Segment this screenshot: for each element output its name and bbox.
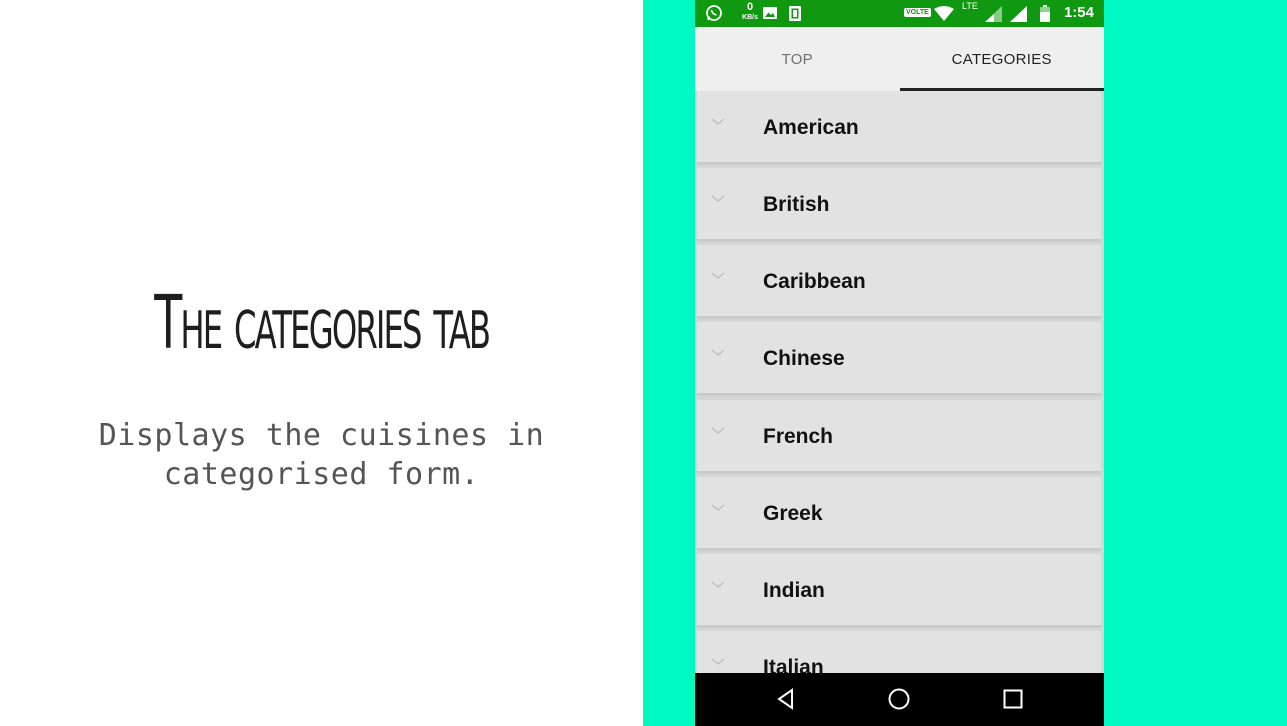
wifi-icon xyxy=(934,6,954,25)
clock: 1:54 xyxy=(1063,4,1094,21)
signal-icon-1 xyxy=(985,6,1002,26)
whatsapp-icon xyxy=(705,4,723,26)
category-label: British xyxy=(763,193,830,216)
lte-label: LTE xyxy=(962,1,978,11)
volte-badge: VOLTE xyxy=(904,8,931,17)
category-row-chinese[interactable]: Chinese xyxy=(697,322,1101,395)
category-label: Greek xyxy=(763,502,823,525)
chevron-down-icon xyxy=(711,427,725,434)
category-row-greek[interactable]: Greek xyxy=(697,477,1101,550)
navigation-bar xyxy=(695,673,1104,726)
category-row-indian[interactable]: Indian xyxy=(697,554,1101,627)
tab-categories[interactable]: CATEGORIES xyxy=(899,27,1105,91)
slide-subtitle-line2: categorised form. xyxy=(163,457,480,492)
home-icon[interactable] xyxy=(886,686,912,712)
category-label: Chinese xyxy=(763,347,845,370)
category-row-british[interactable]: British xyxy=(697,168,1101,241)
gallery-icon xyxy=(762,5,778,25)
category-row-american[interactable]: American xyxy=(697,91,1101,164)
chevron-down-icon xyxy=(711,349,725,356)
chevron-down-icon xyxy=(711,658,725,665)
recents-icon[interactable] xyxy=(1000,686,1026,712)
phone-screen: 0 KB/s VOLTE LTE 1:54 TOP CATEGORIES Ame… xyxy=(695,0,1104,726)
tab-top[interactable]: TOP xyxy=(695,27,900,91)
slide-title: The categories tab xyxy=(154,280,491,366)
slide-subtitle: Displays the cuisines in categorised for… xyxy=(40,416,603,494)
network-speed-unit: KB/s xyxy=(742,14,758,21)
signal-icon-2 xyxy=(1010,6,1027,26)
category-label: Indian xyxy=(763,579,825,602)
category-label: Caribbean xyxy=(763,270,866,293)
category-label: Italian xyxy=(763,656,824,673)
chevron-down-icon xyxy=(711,118,725,125)
tab-bar: TOP CATEGORIES xyxy=(695,27,1104,91)
network-speed-value: 0 xyxy=(746,1,754,13)
back-icon[interactable] xyxy=(773,686,799,712)
category-list[interactable]: American British Caribbean Chinese Frenc… xyxy=(695,91,1104,673)
slide-subtitle-line1: Displays the cuisines in xyxy=(98,418,545,453)
category-label: American xyxy=(763,116,859,139)
category-row-caribbean[interactable]: Caribbean xyxy=(697,245,1101,318)
category-row-french[interactable]: French xyxy=(697,400,1101,473)
chevron-down-icon xyxy=(711,272,725,279)
chevron-down-icon xyxy=(711,504,725,511)
chevron-down-icon xyxy=(711,195,725,202)
screenshot-icon xyxy=(788,5,802,26)
status-bar: 0 KB/s VOLTE LTE 1:54 xyxy=(695,0,1104,27)
category-row-italian[interactable]: Italian xyxy=(697,631,1101,673)
category-label: French xyxy=(763,425,834,448)
network-speed: 0 KB/s xyxy=(740,2,760,22)
chevron-down-icon xyxy=(711,581,725,588)
battery-icon xyxy=(1040,5,1050,26)
